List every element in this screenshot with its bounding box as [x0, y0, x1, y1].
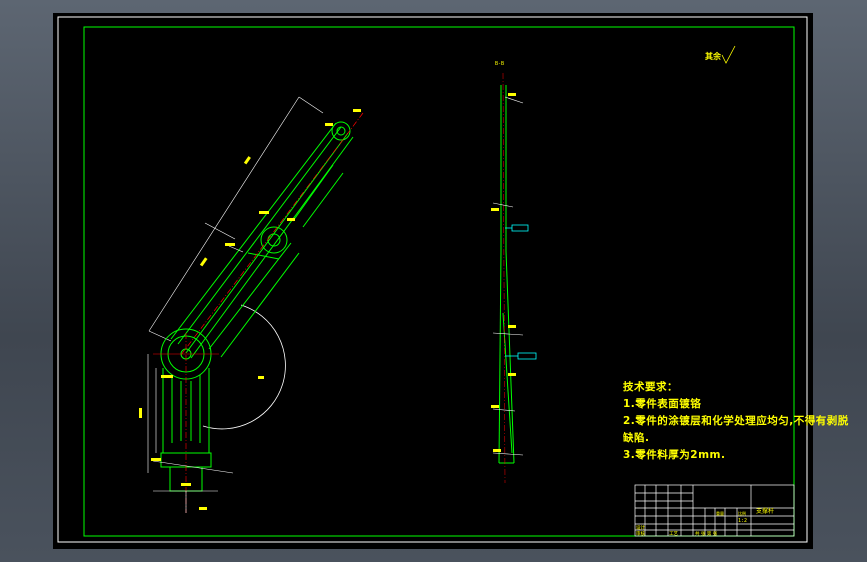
designer-label: 设计 [636, 524, 645, 531]
weight-label: 重量 [716, 510, 724, 516]
section-centerline [502, 72, 506, 484]
drawing-viewport[interactable]: 支撑杆 1:2 设计 审核 工艺 重量 比例 共 张 第 张 B-B 其余 技术… [53, 13, 849, 549]
review-label: 审核 [636, 530, 645, 537]
scale-text: 1:2 [738, 518, 747, 524]
requirements-title: 技术要求： [623, 381, 678, 393]
section-label: B-B [495, 61, 504, 67]
process-label: 工艺 [669, 531, 678, 537]
sheet-label: 共 张 第 张 [695, 530, 718, 537]
technical-requirements: 技术要求： 1.零件表面镀铬 2.零件的涂镀层和化学处理应均匀,不得有剥脱 缺陷… [623, 379, 849, 464]
requirement-item: 缺陷. [623, 432, 650, 444]
part-name-text: 支撑杆 [756, 507, 774, 515]
requirement-item: 1.零件表面镀铬 [623, 398, 702, 410]
cad-drawing[interactable]: 支撑杆 1:2 设计 审核 工艺 重量 比例 共 张 第 张 B-B [53, 13, 813, 549]
dimension-text-marks [139, 109, 361, 510]
roughness-note: 其余 [705, 52, 721, 61]
arm-centerline [180, 112, 364, 356]
requirement-item: 3.零件料厚为2mm. [623, 449, 726, 461]
scale-label: 比例 [738, 510, 746, 516]
roughness-symbol-icon [721, 45, 736, 64]
section-view [491, 72, 537, 484]
requirement-item: 2.零件的涂镀层和化学处理应均匀,不得有剥脱 [623, 415, 849, 427]
rotation-arc [202, 304, 286, 430]
inclined-arm [170, 121, 354, 359]
dimension-lines [148, 96, 324, 342]
main-view [139, 96, 364, 513]
